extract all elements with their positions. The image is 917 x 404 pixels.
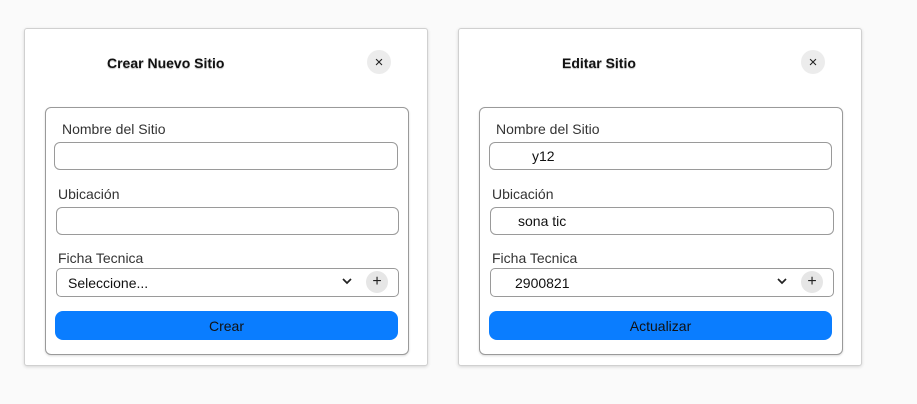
create-button[interactable]: Crear [55,311,398,340]
dialog-title: Editar Sitio [562,55,636,71]
ubicacion-label: Ubicación [58,186,120,202]
nombre-input[interactable] [54,142,398,170]
ficha-select[interactable]: Seleccione... + [56,268,399,297]
ficha-select-value: Seleccione... [68,275,149,291]
ubicacion-label: Ubicación [492,186,554,202]
dialog-title: Crear Nuevo Sitio [107,55,225,71]
nombre-input[interactable]: y12 [489,142,832,170]
add-ficha-button[interactable]: + [801,271,823,293]
edit-site-dialog: Editar Sitio × Nombre del Sitio y12 Ubic… [458,28,862,366]
ubicacion-input-value: sona tic [518,213,567,229]
ficha-label: Ficha Tecnica [492,250,578,266]
site-form: Nombre del Sitio Ubicación Ficha Tecnica… [45,107,409,355]
chevron-down-icon [777,278,787,285]
ubicacion-input[interactable]: sona tic [490,207,834,235]
ficha-select-value: 2900821 [515,275,570,291]
create-site-dialog: Crear Nuevo Sitio × Nombre del Sitio Ubi… [24,28,428,366]
close-icon[interactable]: × [801,50,825,74]
close-icon[interactable]: × [367,50,391,74]
nombre-label: Nombre del Sitio [62,121,166,137]
chevron-down-icon [342,278,352,285]
nombre-input-value: y12 [532,148,555,164]
nombre-label: Nombre del Sitio [496,121,600,137]
ubicacion-input[interactable] [56,207,399,235]
ficha-label: Ficha Tecnica [58,250,144,266]
add-ficha-button[interactable]: + [366,271,388,293]
site-form: Nombre del Sitio y12 Ubicación sona tic … [479,107,843,355]
ficha-select[interactable]: 2900821 + [490,268,834,297]
update-button[interactable]: Actualizar [489,311,832,340]
